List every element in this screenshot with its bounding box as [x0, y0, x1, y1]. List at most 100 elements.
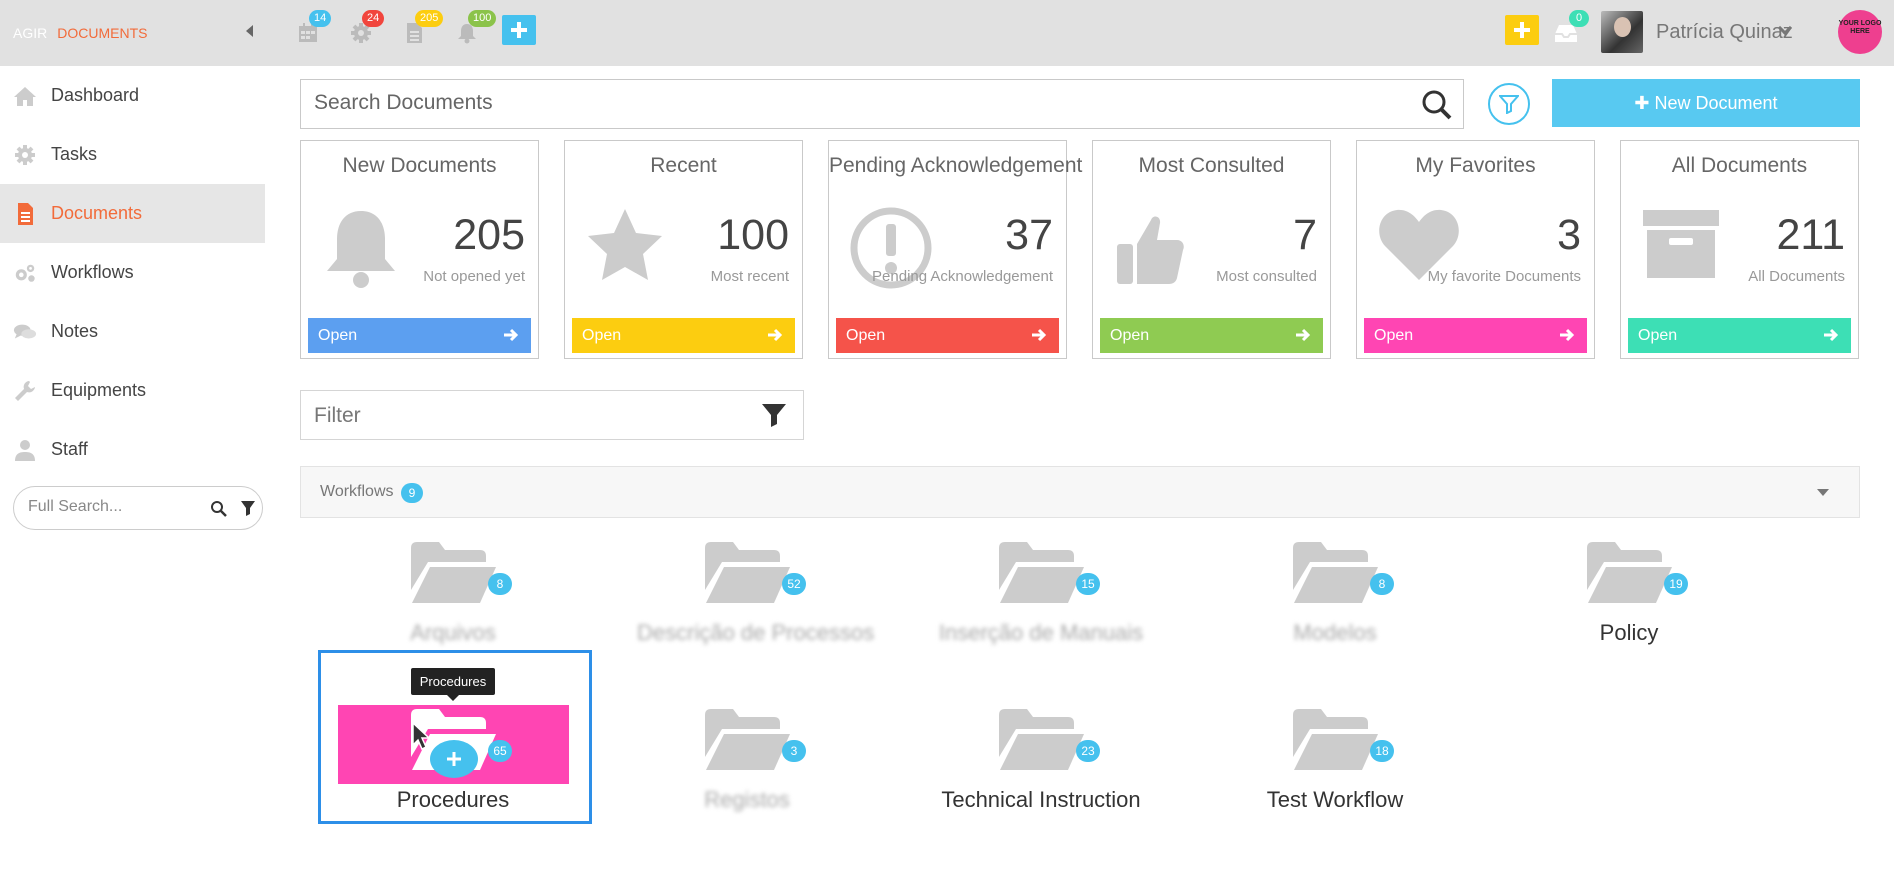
card-all-documents: All Documents 211 All Documents Open	[1620, 140, 1859, 359]
calendar-badge: 14	[309, 10, 332, 27]
thumbs-up-icon	[1117, 216, 1184, 284]
add-document-plus-icon[interactable]	[430, 740, 478, 778]
document-icon[interactable]: 205	[403, 10, 444, 46]
bell-badge: 100	[468, 10, 497, 27]
sidebar-item-workflows[interactable]: Workflows	[0, 243, 265, 302]
workflows-section-header[interactable]: Workflows 9	[300, 466, 1860, 518]
sidebar: Dashboard Tasks Documents Workflows Note…	[0, 66, 265, 530]
workflows-label: Workflows	[320, 483, 394, 500]
sidebar-item-label: Staff	[51, 439, 88, 459]
arrow-right-icon	[1032, 328, 1047, 342]
collapse-sidebar-icon[interactable]	[246, 25, 253, 37]
folder-name: Policy	[1599, 620, 1659, 645]
arrow-right-icon	[504, 328, 519, 342]
folder-item[interactable]: 23 Technical Instruction	[931, 707, 1151, 837]
card-count: 7	[1293, 211, 1317, 259]
card-title: Most Consulted	[1138, 154, 1285, 177]
open-label: Open	[1110, 327, 1150, 344]
sidebar-item-label: Workflows	[51, 262, 134, 282]
search-icon[interactable]	[1421, 89, 1453, 121]
open-button[interactable]: Open	[308, 318, 531, 353]
sidebar-item-staff[interactable]: Staff	[0, 420, 265, 479]
wrench-icon	[15, 380, 35, 401]
folder-name: Test Workflow	[1266, 787, 1404, 812]
folder-item[interactable]: 8 Modelos	[1225, 540, 1445, 670]
advanced-filter-button[interactable]	[1488, 83, 1530, 125]
full-search-input[interactable]	[28, 498, 178, 516]
folder-item[interactable]: 3 Registos	[637, 707, 857, 837]
card-count: 211	[1776, 211, 1845, 259]
card-subtitle: Most consulted	[1216, 268, 1317, 285]
open-button[interactable]: Open	[572, 318, 795, 353]
arrow-right-icon	[1824, 328, 1839, 342]
add-button[interactable]	[1505, 15, 1539, 45]
filter-icon	[1499, 95, 1519, 114]
open-button[interactable]: Open	[836, 318, 1059, 353]
open-label: Open	[318, 327, 358, 344]
open-button[interactable]: Open	[1100, 318, 1323, 353]
folder-item[interactable]: 8 Arquivos	[343, 540, 563, 670]
bell-icon[interactable]: 100	[456, 10, 497, 46]
folder-icon	[1293, 542, 1378, 603]
inbox-icon[interactable]: 0	[1553, 10, 1589, 46]
filter-icon[interactable]	[761, 403, 787, 427]
brand[interactable]: AGIR DOCUMENTS	[13, 25, 147, 41]
arrow-right-icon	[1296, 328, 1311, 342]
folder-icon	[1587, 542, 1672, 603]
folder-count-badge: 19	[1664, 573, 1688, 595]
folder-item[interactable]: 52 Descrição de Processos	[637, 540, 875, 670]
folder-name: Registos	[704, 787, 790, 812]
user-icon	[15, 439, 35, 461]
folder-name: Inserção de Manuais	[938, 620, 1144, 645]
folder-count-badge: 23	[1076, 740, 1100, 762]
caret-down-icon[interactable]	[1817, 489, 1829, 496]
folder-icon	[999, 709, 1084, 770]
brand-section: DOCUMENTS	[57, 25, 148, 41]
card-count: 205	[453, 211, 525, 259]
card-most-consulted: Most Consulted 7 Most consulted Open	[1092, 140, 1331, 359]
search-documents-box	[300, 79, 1464, 129]
filter-icon[interactable]	[240, 500, 256, 516]
filter-input[interactable]	[314, 404, 714, 428]
sidebar-item-dashboard[interactable]: Dashboard	[0, 66, 265, 125]
document-badge: 205	[415, 10, 444, 27]
folder-item[interactable]: 18 Test Workflow	[1225, 707, 1445, 837]
calendar-icon[interactable]: 14	[297, 10, 332, 46]
search-icon[interactable]	[210, 500, 227, 517]
folder-item[interactable]: 19 Policy	[1519, 540, 1739, 670]
card-title: New Documents	[342, 154, 497, 177]
folder-icon	[999, 542, 1084, 603]
card-count: 100	[717, 211, 789, 259]
arrow-right-icon	[1560, 328, 1575, 342]
card-subtitle: My favorite Documents	[1427, 268, 1581, 285]
sidebar-item-notes[interactable]: Notes	[0, 302, 265, 361]
quick-add-button[interactable]	[502, 15, 536, 45]
mouse-cursor-icon	[412, 722, 430, 750]
sidebar-item-label: Documents	[51, 203, 143, 223]
folder-name: Technical Instruction	[941, 787, 1141, 812]
folder-count-badge: 8	[1370, 573, 1394, 595]
gear-icon[interactable]: 24	[350, 10, 385, 46]
folder-count-badge: 15	[1076, 573, 1100, 595]
sidebar-item-documents[interactable]: Documents	[0, 184, 265, 243]
user-name[interactable]: Patrícia Quinaz	[1656, 21, 1793, 44]
avatar[interactable]	[1601, 11, 1643, 53]
folder-icon	[705, 709, 790, 770]
folder-name: Descrição de Processos	[637, 620, 875, 645]
card-count: 3	[1557, 211, 1581, 259]
card-subtitle: Most recent	[710, 268, 789, 285]
new-document-button[interactable]: ✚ New Document	[1552, 79, 1860, 127]
card-title: Recent	[650, 154, 717, 177]
open-button[interactable]: Open	[1628, 318, 1851, 353]
sidebar-item-tasks[interactable]: Tasks	[0, 125, 265, 184]
arrow-right-icon	[768, 328, 783, 342]
folder-item[interactable]: 15 Inserção de Manuais	[931, 540, 1151, 670]
new-document-label: New Document	[1654, 93, 1778, 113]
folder-icon	[1293, 709, 1378, 770]
search-documents-input[interactable]	[314, 91, 1314, 115]
sidebar-item-equipments[interactable]: Equipments	[0, 361, 265, 420]
open-button[interactable]: Open	[1364, 318, 1587, 353]
card-subtitle: All Documents	[1748, 268, 1845, 285]
folder-count-badge: 3	[782, 740, 806, 762]
folder-tooltip: Procedures	[411, 668, 495, 701]
